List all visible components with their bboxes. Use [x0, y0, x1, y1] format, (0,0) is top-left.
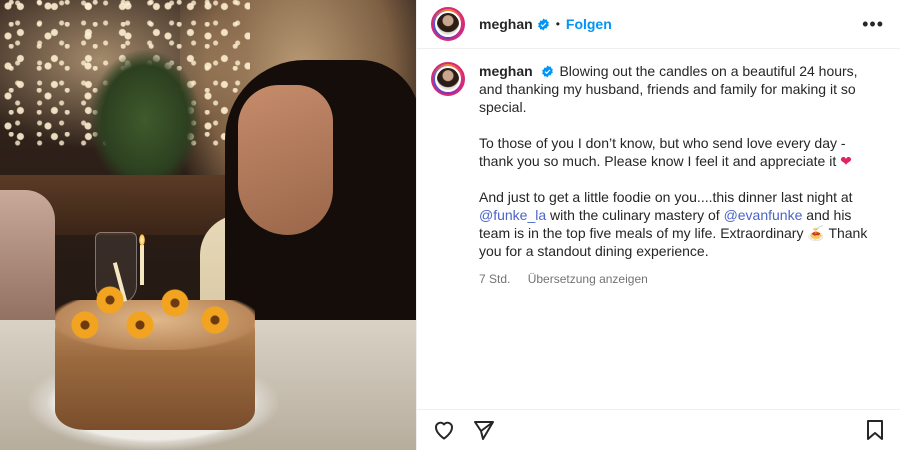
heart-icon[interactable]: [431, 417, 457, 443]
mention-evanfunke[interactable]: @evanfunke: [724, 207, 803, 223]
verified-badge-icon: [541, 65, 553, 78]
avatar[interactable]: [431, 62, 465, 96]
flower: [200, 305, 230, 335]
post-time[interactable]: 7 Std.: [479, 272, 510, 286]
flower: [95, 285, 125, 315]
caption-paragraph-1: Blowing out the candles on a beautiful 2…: [479, 63, 858, 115]
action-bar: [417, 409, 900, 450]
flower: [125, 310, 155, 340]
post-side-panel: meghan • Folgen ••• meghan Blowing out t…: [416, 0, 900, 450]
bookmark-icon[interactable]: [862, 417, 888, 443]
separator-dot: •: [555, 17, 560, 31]
post-photo[interactable]: [0, 0, 416, 450]
caption-meta: 7 Std. Übersetzung anzeigen: [479, 270, 879, 288]
caption-username-link[interactable]: meghan: [479, 63, 533, 79]
flower: [70, 310, 100, 340]
flower: [160, 288, 190, 318]
avatar[interactable]: [431, 7, 465, 41]
heart-emoji: ❤: [840, 153, 852, 169]
caption-paragraph-2: To those of you I don’t know, but who se…: [479, 135, 846, 169]
instagram-post: meghan • Folgen ••• meghan Blowing out t…: [0, 0, 900, 450]
follow-button[interactable]: Folgen: [566, 16, 612, 32]
translate-link[interactable]: Übersetzung anzeigen: [528, 272, 648, 286]
verified-badge-icon: [537, 18, 549, 30]
caption-paragraph-3-start: And just to get a little foodie on you..…: [479, 189, 853, 205]
caption-comment: meghan Blowing out the candles on a beau…: [417, 48, 900, 410]
caption-paragraph-3-mid: with the culinary mastery of: [550, 207, 720, 223]
caption-text: meghan Blowing out the candles on a beau…: [479, 62, 879, 410]
mention-funke-la[interactable]: @funke_la: [479, 207, 546, 223]
share-icon[interactable]: [471, 417, 497, 443]
pasta-emoji: 🍝: [807, 225, 825, 241]
username-link[interactable]: meghan: [479, 16, 533, 32]
post-header: meghan • Folgen •••: [417, 0, 900, 49]
more-icon[interactable]: •••: [862, 14, 884, 35]
candle: [140, 245, 144, 285]
